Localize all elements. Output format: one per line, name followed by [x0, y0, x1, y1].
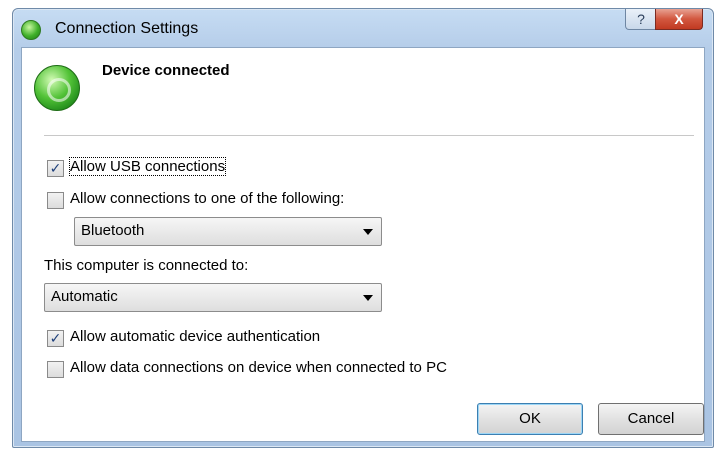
connection-type-value: Bluetooth [81, 222, 145, 239]
allow-usb-label[interactable]: Allow USB connections [68, 157, 227, 176]
ok-button[interactable]: OK [477, 403, 583, 435]
allow-usb-checkbox[interactable]: ✓ [47, 160, 64, 177]
connected-status-icon [34, 65, 80, 111]
auto-auth-label[interactable]: Allow automatic device authentication [70, 328, 320, 345]
window-title: Connection Settings [55, 20, 199, 37]
status-heading: Device connected [102, 62, 230, 79]
auto-auth-checkbox[interactable]: ✓ [47, 330, 64, 347]
chevron-down-icon [363, 295, 373, 301]
connected-to-label: This computer is connected to: [44, 257, 249, 274]
data-connections-checkbox[interactable] [47, 361, 64, 378]
dialog-content: Device connected ✓ Allow USB connections… [21, 47, 705, 442]
allow-other-connections-checkbox[interactable] [47, 192, 64, 209]
data-connections-label[interactable]: Allow data connections on device when co… [70, 359, 447, 376]
allow-other-connections-label[interactable]: Allow connections to one of the followin… [70, 190, 344, 207]
connection-settings-dialog: Connection Settings ? X Device connected… [12, 8, 714, 448]
cancel-button[interactable]: Cancel [598, 403, 704, 435]
header-separator [44, 135, 694, 136]
app-icon [21, 20, 41, 40]
connection-type-select[interactable]: Bluetooth [74, 217, 382, 246]
chevron-down-icon [363, 229, 373, 235]
help-button[interactable]: ? [625, 9, 657, 30]
close-button[interactable]: X [655, 9, 703, 30]
title-bar[interactable]: Connection Settings ? X [13, 9, 713, 47]
connected-to-value: Automatic [51, 288, 118, 305]
connected-to-select[interactable]: Automatic [44, 283, 382, 312]
